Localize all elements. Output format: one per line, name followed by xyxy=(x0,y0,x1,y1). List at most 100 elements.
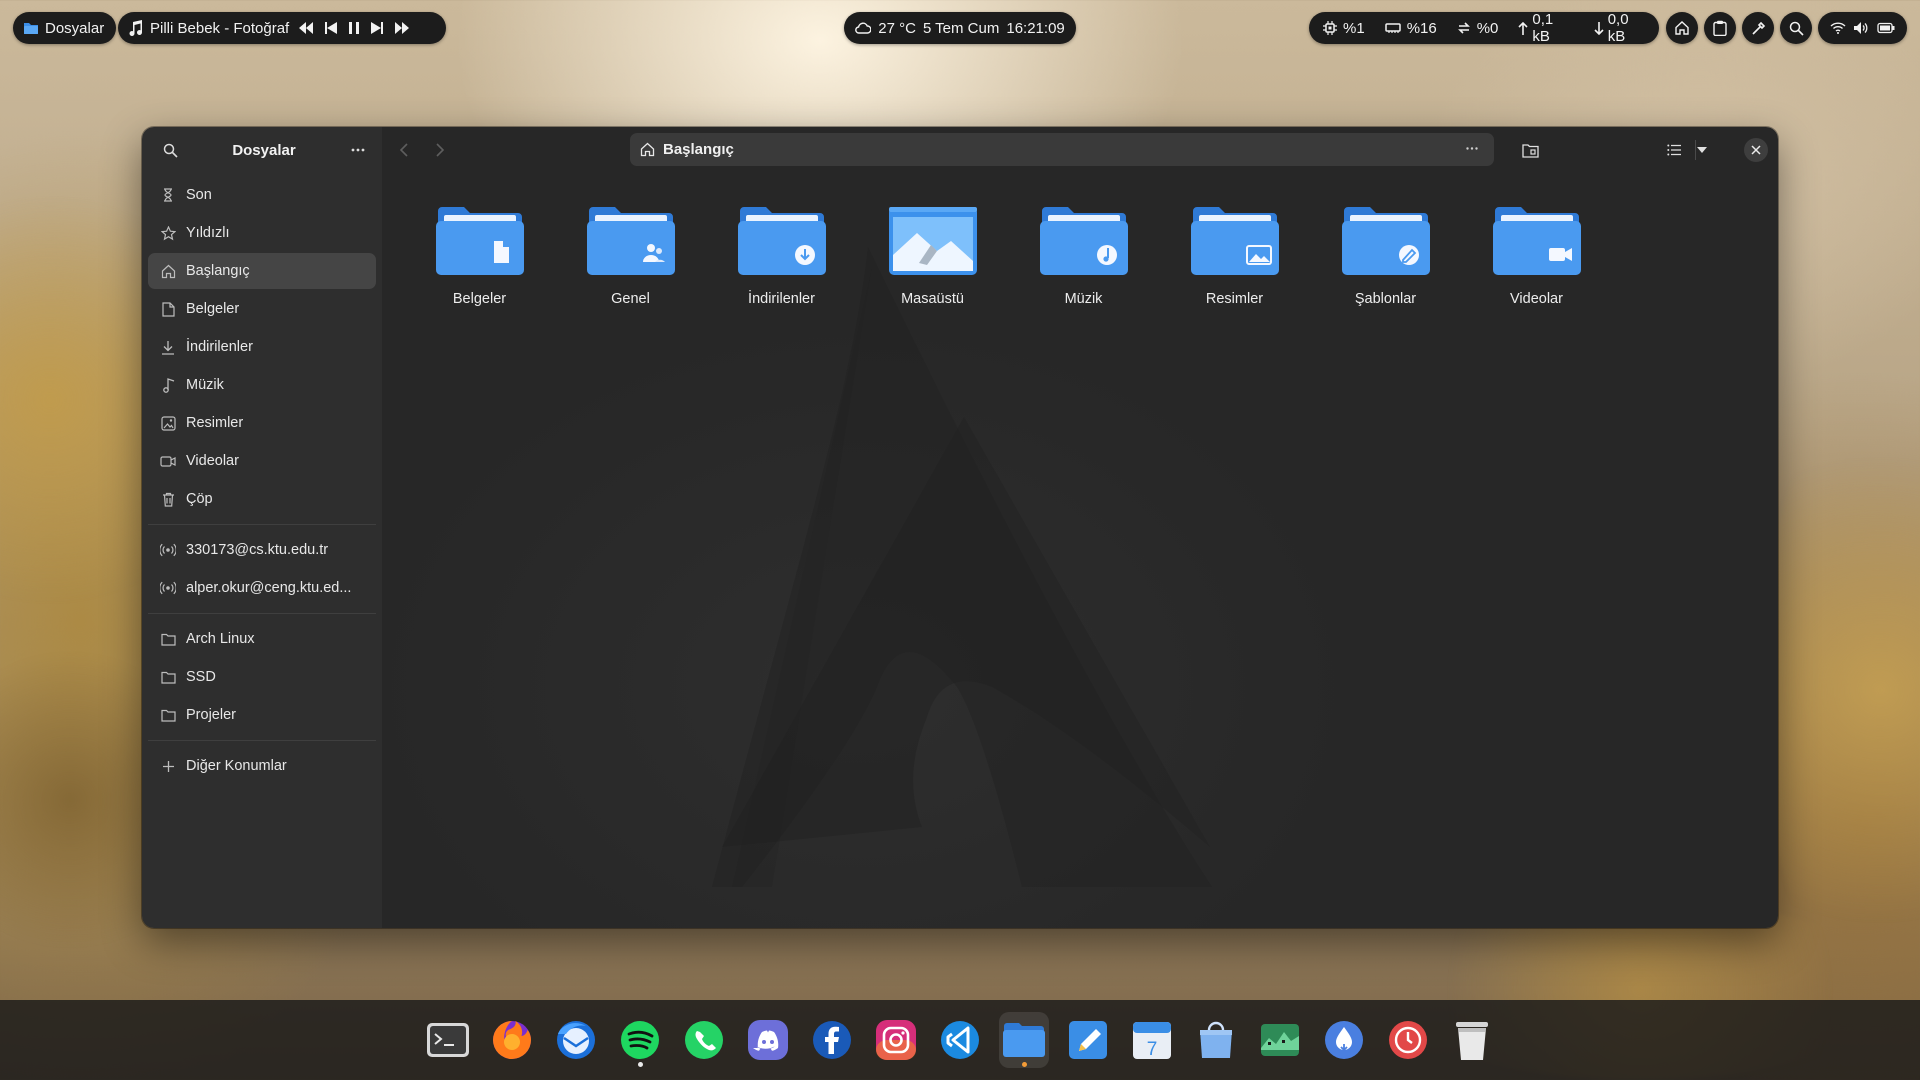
pause-icon[interactable] xyxy=(349,22,360,34)
dock-system-monitor[interactable] xyxy=(1255,1012,1305,1068)
swap-icon xyxy=(1457,21,1471,35)
dock-timer[interactable] xyxy=(1383,1012,1433,1068)
dock-spotify[interactable] xyxy=(615,1012,665,1068)
dock-firefox[interactable] xyxy=(487,1012,537,1068)
cpu-usage: %1 xyxy=(1343,19,1365,37)
sidebar-item-network-2[interactable]: alper.okur@ceng.ktu.ed... xyxy=(148,570,376,606)
sidebar-item-trash[interactable]: Çöp xyxy=(148,481,376,517)
clock-pill[interactable]: 27 °C 5 Tem Cum 16:21:09 xyxy=(844,12,1076,44)
sidebar-item-home[interactable]: Başlangıç xyxy=(148,253,376,289)
dock-vscode[interactable] xyxy=(935,1012,985,1068)
folder-icon xyxy=(160,707,176,723)
dock-whatsapp[interactable] xyxy=(679,1012,729,1068)
running-indicator xyxy=(637,1062,643,1067)
folder-item-videos[interactable]: Videolar xyxy=(1461,205,1612,307)
dock-drop[interactable] xyxy=(1319,1012,1369,1068)
calendar-day: 7 xyxy=(1147,1039,1158,1060)
sidebar-item-videos[interactable]: Videolar xyxy=(148,443,376,479)
sidebar-item-label: 330173@cs.ktu.edu.tr xyxy=(186,542,329,558)
dock-discord[interactable] xyxy=(743,1012,793,1068)
clock-icon xyxy=(160,187,176,203)
sidebar-item-label: Videolar xyxy=(186,453,239,469)
back-button[interactable] xyxy=(386,134,422,166)
trash-dock-icon xyxy=(1456,1022,1488,1060)
folder-item-desktop[interactable]: Masaüstü xyxy=(857,205,1008,307)
network-icon xyxy=(160,542,176,558)
plus-icon xyxy=(160,758,176,774)
folder-item-downloads[interactable]: İndirilenler xyxy=(706,205,857,307)
sidebar-item-network-1[interactable]: 330173@cs.ktu.edu.tr xyxy=(148,532,376,568)
sidebar-item-pictures[interactable]: Resimler xyxy=(148,405,376,441)
main-menu-icon[interactable] xyxy=(344,136,372,164)
folder-item-pictures[interactable]: Resimler xyxy=(1159,205,1310,307)
activities-pill[interactable]: Dosyalar xyxy=(13,12,116,44)
sidebar-item-label: Diğer Konumlar xyxy=(186,758,287,774)
sidebar-item-downloads[interactable]: İndirilenler xyxy=(148,329,376,365)
forward-button[interactable] xyxy=(422,134,458,166)
folder-documents-icon xyxy=(435,207,524,275)
color-picker-button[interactable] xyxy=(1742,12,1774,44)
search-button[interactable] xyxy=(1780,12,1812,44)
path-bar[interactable]: Başlangıç xyxy=(630,133,1494,166)
close-window-button[interactable] xyxy=(1744,138,1768,162)
sidebar-item-starred[interactable]: Yıldızlı xyxy=(148,215,376,251)
sidebar-item-label: Çöp xyxy=(186,491,213,507)
sidebar-item-recent[interactable]: Son xyxy=(148,177,376,213)
instagram-icon xyxy=(876,1020,916,1060)
dock-calendar[interactable]: 7 xyxy=(1127,1012,1177,1068)
clipboard-icon xyxy=(1713,20,1727,36)
folder-people-icon xyxy=(586,207,675,275)
clipboard-button[interactable] xyxy=(1704,12,1736,44)
skip-next-icon[interactable] xyxy=(371,22,384,34)
seek-backward-icon[interactable] xyxy=(299,22,314,34)
folder-video-icon xyxy=(1492,207,1581,275)
new-folder-button[interactable] xyxy=(1514,134,1546,166)
view-options-button[interactable] xyxy=(1686,134,1718,166)
folder-item-public[interactable]: Genel xyxy=(555,205,706,307)
dock-text-editor[interactable] xyxy=(1063,1012,1113,1068)
folder-item-documents[interactable]: Belgeler xyxy=(404,205,555,307)
activities-label: Dosyalar xyxy=(45,19,105,37)
files-icon xyxy=(1003,1023,1045,1057)
seek-forward-icon[interactable] xyxy=(395,22,410,34)
dock-thunderbird[interactable] xyxy=(551,1012,601,1068)
dock-terminal[interactable] xyxy=(423,1012,473,1068)
sidebar-item-projects[interactable]: Projeler xyxy=(148,697,376,733)
sidebar-item-label: Belgeler xyxy=(186,301,240,317)
dock-facebook[interactable] xyxy=(807,1012,857,1068)
sidebar-item-other-locations[interactable]: Diğer Konumlar xyxy=(148,748,376,784)
system-status-pill[interactable] xyxy=(1818,12,1907,44)
terminal-icon xyxy=(427,1023,469,1057)
sidebar-separator xyxy=(148,740,376,741)
search-icon[interactable] xyxy=(156,136,184,164)
home-shortcut-button[interactable] xyxy=(1666,12,1698,44)
music-note-icon xyxy=(128,20,142,36)
media-title: Pilli Bebek - Fotoğraf xyxy=(150,19,290,37)
home-icon xyxy=(640,142,655,157)
sidebar-item-arch-linux[interactable]: Arch Linux xyxy=(148,621,376,657)
video-icon xyxy=(160,453,176,469)
dock-software-store[interactable] xyxy=(1191,1012,1241,1068)
download-arrow-icon xyxy=(1594,21,1604,35)
dock-instagram[interactable] xyxy=(871,1012,921,1068)
path-menu-icon[interactable] xyxy=(1462,138,1482,158)
sidebar-item-documents[interactable]: Belgeler xyxy=(148,291,376,327)
sidebar-item-ssd[interactable]: SSD xyxy=(148,659,376,695)
folder-item-templates[interactable]: Şablonlar xyxy=(1310,205,1461,307)
file-grid: Belgeler Genel İndirilenler Masaüstü Müz… xyxy=(404,205,1612,307)
folder-image-icon xyxy=(1190,207,1279,275)
sidebar-item-music[interactable]: Müzik xyxy=(148,367,376,403)
dock-files[interactable] xyxy=(999,1012,1049,1068)
current-path-label: Başlangıç xyxy=(663,141,734,158)
system-monitor-pill[interactable]: %1 %16 %0 0,1 kB 0,0 kB xyxy=(1309,11,1659,45)
search-icon xyxy=(1789,21,1804,36)
skip-previous-icon[interactable] xyxy=(325,22,338,34)
memory-usage: %16 xyxy=(1406,19,1437,37)
files-window: Dosyalar Son Yıldızlı Başlangıç Belgeler… xyxy=(142,127,1778,928)
folder-item-music[interactable]: Müzik xyxy=(1008,205,1159,307)
dock-trash[interactable] xyxy=(1447,1012,1497,1068)
calendar-icon: 7 xyxy=(1133,1022,1171,1060)
music-icon xyxy=(160,377,176,393)
media-player-pill[interactable]: Pilli Bebek - Fotoğraf xyxy=(118,12,446,44)
drop-icon xyxy=(1325,1021,1363,1059)
